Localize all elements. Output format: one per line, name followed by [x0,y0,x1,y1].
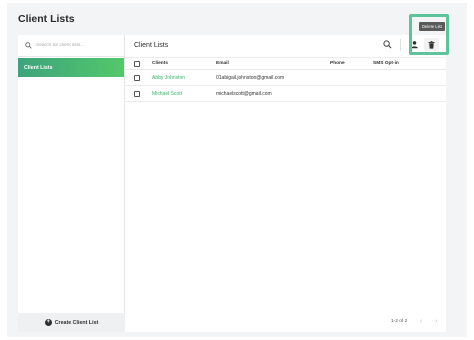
page-title: Client Lists [18,13,75,25]
create-button-label: Create Client List [54,319,99,326]
delete-list-button[interactable] [424,38,439,51]
search-icon[interactable] [383,40,392,49]
sidebar: Client Lists + Create Client List [18,35,125,332]
row-checkbox[interactable] [134,75,140,81]
trash-icon [428,40,435,49]
main-title: Client Lists [134,41,169,49]
pagination-label: 1-2 of 2 [391,319,408,324]
chevron-left-icon[interactable]: ‹ [420,318,422,325]
delete-tooltip: Delete List [419,22,445,31]
sidebar-item-client-lists[interactable]: Client Lists [18,58,124,77]
create-client-list-button[interactable]: + Create Client List [18,313,125,332]
plus-circle-icon: + [44,319,52,326]
header-divider [400,39,401,51]
column-header-clients: Clients [152,61,168,66]
row-checkbox[interactable] [134,91,140,97]
client-name-link[interactable]: Abby Johnston [152,75,185,81]
sidebar-search [18,35,124,57]
client-email: 01abigail.johnston@gmail.com [216,75,285,81]
table-row: Michael Scott michaelscott@gmail.com [125,86,446,102]
table-row: Abby Johnston 01abigail.johnston@gmail.c… [125,70,446,86]
search-icon [25,42,32,49]
column-header-sms-opt-in: SMS Opt-in [373,61,399,66]
column-header-phone: Phone [330,61,345,66]
client-email: michaelscott@gmail.com [216,91,272,97]
sidebar-item-label: Client Lists [24,64,53,71]
main-panel: Client Lists Clients Email Phone SMS Opt… [125,35,446,332]
select-all-checkbox[interactable] [134,61,140,67]
table-header: Clients Email Phone SMS Opt-in [125,57,446,70]
client-name-link[interactable]: Michael Scott [152,91,182,97]
column-header-email: Email [216,61,229,66]
search-input[interactable] [36,43,121,48]
chevron-right-icon[interactable]: › [435,318,437,325]
main-header: Client Lists [125,35,446,55]
